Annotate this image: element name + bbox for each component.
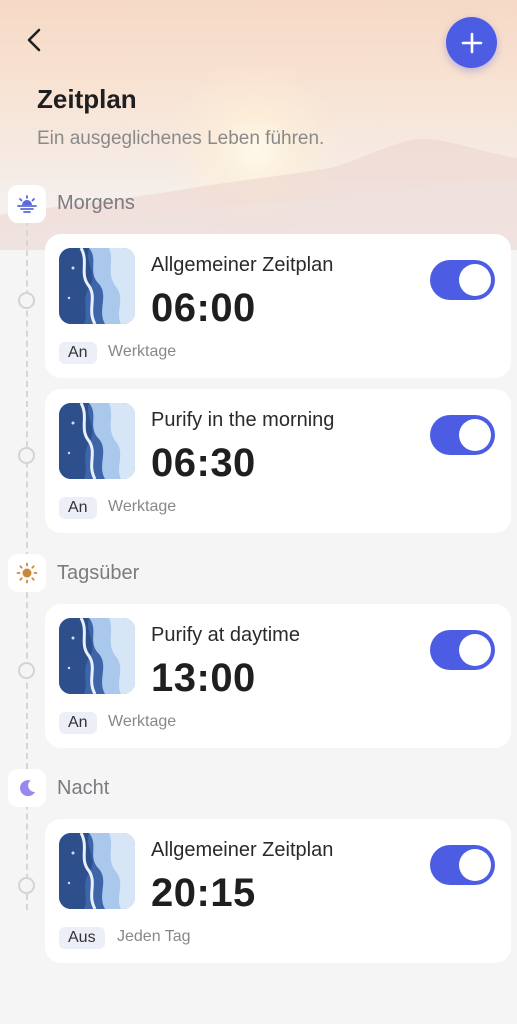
schedule-card[interactable]: Purify in the morning 06:30 An Werktage	[45, 389, 511, 533]
schedule-toggle[interactable]	[430, 415, 495, 455]
repeat-label: Werktage	[108, 343, 177, 360]
timeline-dot	[18, 662, 35, 679]
repeat-label: Werktage	[108, 713, 177, 730]
toggle-knob	[459, 849, 491, 881]
schedule-name: Allgemeiner Zeitplan	[151, 839, 334, 861]
sunrise-icon	[8, 185, 46, 223]
page-title: Zeitplan	[37, 84, 137, 114]
timeline-dot	[18, 447, 35, 464]
schedule-time: 20:15	[151, 871, 256, 915]
schedule-thumbnail	[59, 833, 135, 909]
schedule-toggle[interactable]	[430, 260, 495, 300]
status-badge: An	[59, 342, 97, 364]
schedule-thumbnail	[59, 618, 135, 694]
moon-icon	[8, 769, 46, 807]
schedule-name: Allgemeiner Zeitplan	[151, 254, 334, 276]
plus-icon	[461, 32, 482, 53]
timeline-dot	[18, 877, 35, 894]
schedule-time: 06:00	[151, 286, 256, 330]
schedule-card[interactable]: Purify at daytime 13:00 An Werktage	[45, 604, 511, 748]
add-schedule-button[interactable]	[446, 17, 497, 68]
toggle-knob	[459, 634, 491, 666]
section-label-nacht: Nacht	[57, 777, 110, 799]
schedule-time: 13:00	[151, 656, 256, 700]
section-label-morgens: Morgens	[57, 192, 135, 214]
repeat-label: Werktage	[108, 498, 177, 515]
schedule-thumbnail	[59, 248, 135, 324]
status-badge: Aus	[59, 927, 105, 949]
schedule-time: 06:30	[151, 441, 256, 485]
toggle-knob	[459, 419, 491, 451]
schedule-toggle[interactable]	[430, 630, 495, 670]
schedule-toggle[interactable]	[430, 845, 495, 885]
status-badge: An	[59, 497, 97, 519]
status-badge: An	[59, 712, 97, 734]
schedule-name: Purify at daytime	[151, 624, 300, 646]
timeline-dot	[18, 292, 35, 309]
schedule-name: Purify in the morning	[151, 409, 335, 431]
chevron-left-icon	[27, 28, 41, 52]
sun-icon	[8, 554, 46, 592]
repeat-label: Jeden Tag	[117, 928, 191, 945]
page-subtitle: Ein ausgeglichenes Leben führen.	[37, 128, 325, 149]
toggle-knob	[459, 264, 491, 296]
schedule-card[interactable]: Allgemeiner Zeitplan 20:15 Aus Jeden Tag	[45, 819, 511, 963]
back-button[interactable]	[18, 24, 50, 56]
schedule-card[interactable]: Allgemeiner Zeitplan 06:00 An Werktage	[45, 234, 511, 378]
section-label-tagsueber: Tagsüber	[57, 562, 140, 584]
schedule-thumbnail	[59, 403, 135, 479]
